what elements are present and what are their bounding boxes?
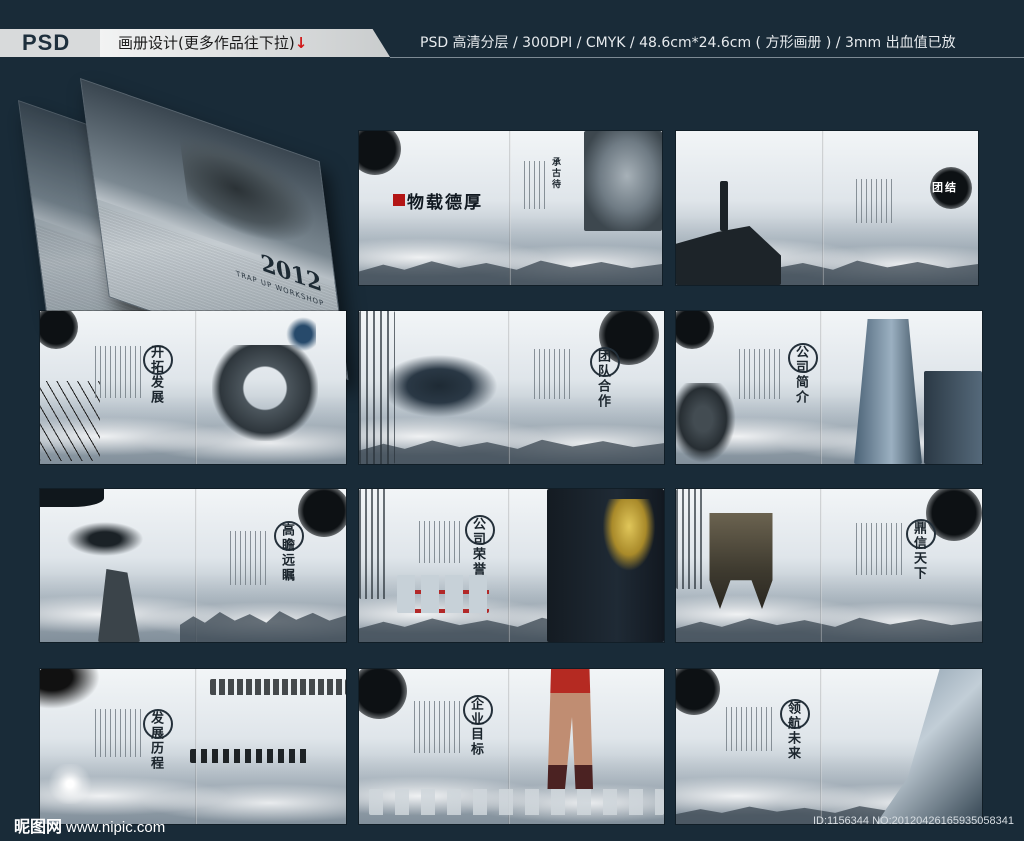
eagle-image [60, 519, 150, 559]
dragon-statue-image [676, 383, 736, 463]
spec-text: PSD 高清分层 / 300DPI / CMYK / 48.6cm*24.6cm… [420, 35, 956, 51]
spread-title: 鼎信天下 [911, 521, 926, 581]
spread-title: 物载德厚 [407, 193, 483, 213]
skyscraper-image [854, 319, 922, 464]
page-title: 画册设计(更多作品往下拉) [118, 34, 295, 52]
buddha-image [584, 131, 662, 231]
site-url: www.nipic.com [66, 819, 166, 836]
certificates-image [397, 575, 489, 613]
spread-title: 发展历程 [148, 711, 163, 771]
spread-thumbnail: 鼎信天下 [676, 489, 982, 642]
page: PSD 画册设计(更多作品往下拉)↓ PSD 高清分层 / 300DPI / C… [0, 0, 1024, 841]
starting-blocks-image [369, 789, 664, 815]
cover-mockup: 2012 TRAP UP WORKSHOP [18, 70, 378, 389]
sailboat-image [876, 669, 982, 824]
spread-thumbnail: 物载德厚 承古待 [359, 131, 662, 285]
header-bar: PSD 画册设计(更多作品往下拉)↓ PSD 高清分层 / 300DPI / C… [0, 26, 1024, 58]
spread-title: 企业目标 [468, 697, 483, 757]
skydivers-image [389, 346, 514, 426]
bare-tree-image [40, 381, 100, 461]
camel-caravan-image [190, 749, 310, 763]
spread-title: 团结 [932, 181, 958, 194]
spread-thumbnail: 公司荣誉 [359, 489, 664, 642]
rock-arch-image [212, 345, 318, 441]
spread-title: 开拓发展 [148, 345, 163, 405]
image-id: ID:1156344 NO:20120426165935058341 [812, 815, 1014, 827]
spread-title: 公司简介 [793, 345, 808, 405]
psd-badge: PSD [0, 29, 100, 57]
spread-thumbnail: 团队合作 [359, 311, 664, 464]
spread-thumbnail: 发展历程 [40, 669, 346, 824]
sunburst-image [40, 764, 100, 804]
title-block: 画册设计(更多作品往下拉)↓ [100, 29, 390, 57]
spread-title: 领航未来 [785, 701, 800, 761]
spread-thumbnail: 公司简介 [676, 311, 982, 464]
down-arrow-icon: ↓ [294, 34, 308, 52]
spread-thumbnail: 团结 [676, 131, 978, 285]
site-logo: 昵图网 www.nipic.com [14, 813, 165, 837]
spread-thumbnail: 高瞻远瞩 [40, 489, 346, 642]
spread-thumbnail: 开拓发展 [40, 311, 346, 464]
spread-title: 高瞻远瞩 [279, 523, 294, 583]
spread-title: 团队合作 [595, 349, 610, 409]
trophy-icon [599, 499, 659, 577]
spread-thumbnail: 领航未来 [676, 669, 982, 824]
logo-text: 昵图网 [14, 819, 63, 836]
spread-thumbnail: 企业目标 [359, 669, 664, 824]
spread-title: 公司荣誉 [470, 517, 485, 577]
pole-vaulter-image [284, 317, 316, 355]
spread-side-title: 承古待 [550, 157, 560, 190]
header-divider [390, 57, 1024, 58]
